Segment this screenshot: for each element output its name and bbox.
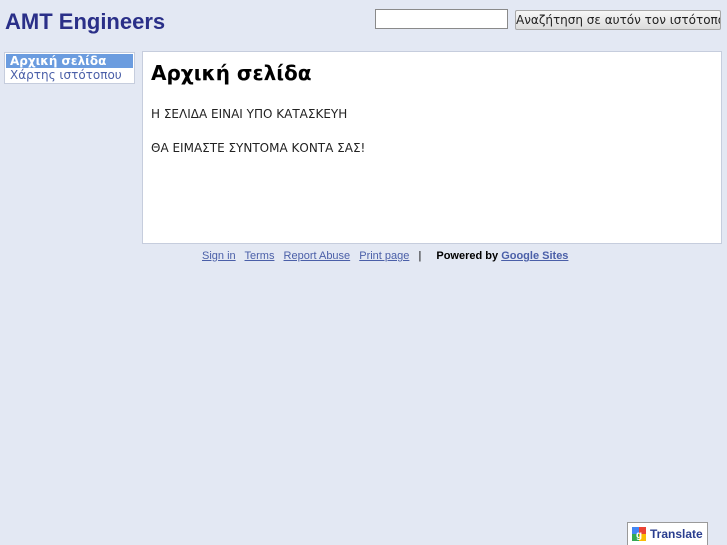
content-text: Η ΣΕΛΙΔΑ ΕΙΝΑΙ ΥΠΟ ΚΑΤΑΣΚΕΥΗ [151, 107, 348, 121]
site-title[interactable]: AMT Engineers [5, 8, 165, 36]
svg-text:g: g [636, 530, 642, 541]
google-sites-link[interactable]: Google Sites [501, 250, 568, 262]
content-text: ΘΑ ΕΙΜΑΣΤΕ ΣΥΝΤΟΜΑ ΚΟΝΤΑ ΣΑΣ! [151, 141, 366, 155]
translate-button[interactable]: g Translate [627, 522, 708, 545]
report-abuse-link[interactable]: Report Abuse [284, 250, 351, 262]
powered-by-label: Powered by [436, 250, 499, 262]
sidebar-item-home[interactable]: Αρχική σελίδα [6, 54, 133, 68]
translate-label: Translate [650, 527, 703, 541]
terms-link[interactable]: Terms [245, 250, 275, 262]
page-title: Αρχική σελίδα [151, 61, 312, 85]
search-input[interactable] [375, 9, 508, 29]
search-site-button[interactable]: Αναζήτηση σε αυτόν τον ιστότοπο [515, 10, 721, 30]
main-content: Αρχική σελίδα Η ΣΕΛΙΔΑ ΕΙΝΑΙ ΥΠΟ ΚΑΤΑΣΚΕ… [142, 51, 722, 244]
print-page-link[interactable]: Print page [359, 250, 409, 262]
footer-separator: | [418, 250, 422, 262]
footer: Sign in Terms Report Abuse Print page | … [202, 250, 568, 262]
sidebar-nav: Αρχική σελίδα Χάρτης ιστότοπου [4, 52, 135, 84]
sign-in-link[interactable]: Sign in [202, 250, 236, 262]
google-g-icon: g [632, 527, 646, 541]
sidebar-item-sitemap[interactable]: Χάρτης ιστότοπου [6, 68, 133, 82]
